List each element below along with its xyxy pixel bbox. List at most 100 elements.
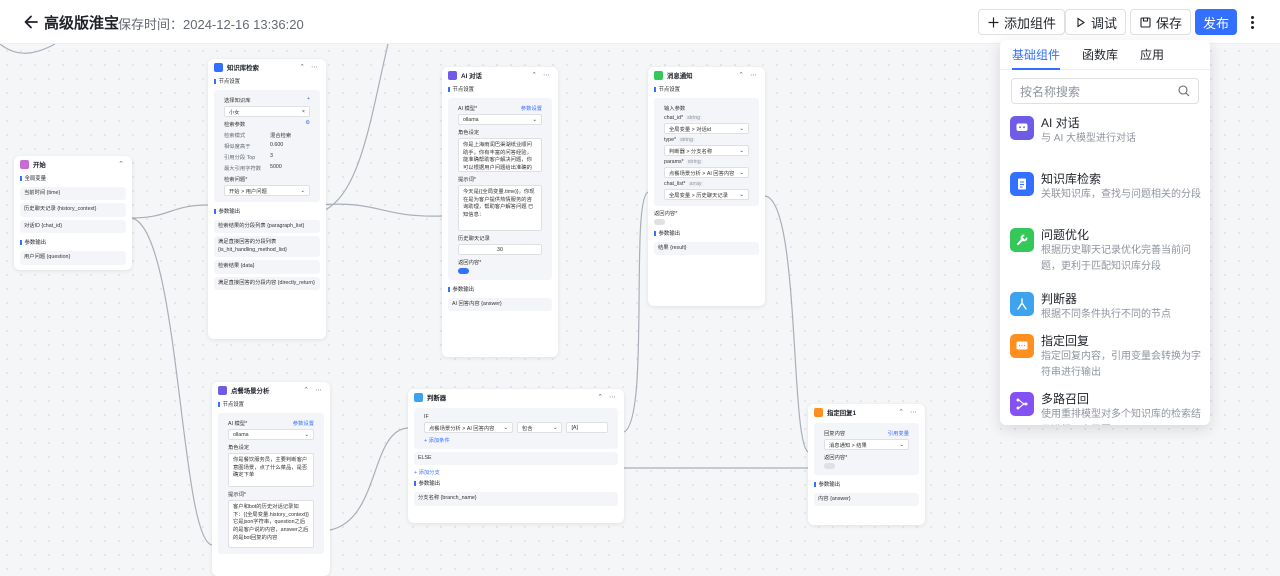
add-kb-icon[interactable]: + [307,96,310,104]
back-arrow-icon[interactable] [22,13,40,31]
tab-function-library[interactable]: 函数库 [1082,40,1118,70]
tab-basic-components[interactable]: 基础组件 [1012,40,1061,70]
kb-params-label: 检索参数 [224,122,246,128]
ai-role-label: 角色设定 [458,130,480,136]
order-role-textarea[interactable]: 你是餐饮服务员，主要判断客户意图场景，点了什么菜品，是否确定下单 [228,453,314,487]
reply-ref-var-link[interactable]: 引用变量 [888,429,909,437]
node-menu-icon[interactable]: ⌃ ⋯ [597,393,618,401]
judge-add-condition[interactable]: + 添加条件 [424,436,450,444]
notice-param-select[interactable]: 判断器 > 分支名称 ⌄ [664,145,749,156]
judge-out-section: 参数输出 [408,477,624,489]
component-item-ai-chat[interactable]: AI 对话 与 AI 大模型进行对话 [1000,112,1210,168]
ai-history-stepper[interactable]: 30 [458,244,542,255]
param-type-tag: array [687,181,704,187]
ai-output: AI 回答内容 {answer} [448,298,552,312]
node-order-header[interactable]: 点餐场景分析 ⌃ ⋯ [212,382,330,398]
component-desc: 使用重排模型对多个知识库的检索结果进行二次召回 [1041,409,1201,425]
node-kb[interactable]: 知识库检索 ⌃ ⋯ 节点设置 选择知识库 + 小女 × 检索参数 ⚙ 检索模式 混合检索… [208,59,326,339]
judge-add-branch[interactable]: + 添加分支 [414,468,440,476]
ai-prompt-textarea[interactable]: 今天是{{全局变量.time}}。你现在是为客户提供热情服务的咨询助理，帮助客户… [458,185,542,231]
node-reply-header[interactable]: 指定回复1 ⌃ ⋯ [808,404,925,420]
judge-cond-op[interactable]: 包含 ⌄ [516,422,563,433]
node-judge-title: 判断器 [427,394,447,402]
node-notice[interactable]: 消息通知 ⌃ ⋯ 节点设置 输入参数 chat_id* string 全局变量 >… [648,67,765,306]
chevron-down-icon: ⌄ [899,441,904,448]
component-item-reply[interactable]: 指定回复 指定回复内容，引用变量会转换为字符串进行输出 [1000,330,1210,388]
component-item-multi-recall[interactable]: 多路召回 使用重排模型对多个知识库的检索结果进行二次召回 [1000,388,1210,425]
node-ai-header[interactable]: AI 对话 ⌃ ⋯ [442,67,558,83]
component-item-kb[interactable]: 知识库检索 关联知识库，查找与问题相关的分段 [1000,168,1210,224]
notice-inputs: 输入参数 chat_id* string 全局变量 > 对话id ⌄ type* st… [654,98,759,206]
more-menu-icon[interactable] [1247,12,1257,32]
reply-icon [814,407,823,417]
kb-param-row: 最大引用字符数 5000 [224,164,282,172]
kb-output: 检索结果的分段列表 {paragraph_list} [214,220,320,234]
reply-content-select[interactable]: 消息通知 > 结果 ⌄ [824,439,909,450]
judge-cond-value[interactable]: [A] [566,422,608,433]
panel-tabs: 基础组件 函数库 应用 [1000,40,1210,70]
judge-else: ELSE [414,452,618,466]
node-start[interactable]: 开始 ⌃ 全局变量 当前时间 {time} 历史聊天记录 {history_co… [14,156,132,270]
ai-return-toggle[interactable] [458,268,469,274]
save-button[interactable]: 保存 [1130,9,1192,35]
notice-return-toggle[interactable] [654,219,665,225]
node-judge[interactable]: 判断器 ⌃ ⋯ IF 点餐场景分析 > AI 回答内容 ⌄ 包含 ⌄ [A] + 添… [408,389,624,523]
play-icon [1077,16,1085,28]
component-item-judge[interactable]: 判断器 根据不同条件执行不同的节点 [1000,288,1210,330]
order-prompt-textarea[interactable]: 客户和bot的历史对话记录如下：{{全局变量.history_context}}… [228,500,314,548]
component-name: 问题优化 [1041,228,1090,242]
notice-param-select[interactable]: 点餐场景分析 > AI 回答内容 ⌄ [664,167,749,178]
component-name: 多路召回 [1041,392,1090,406]
node-menu-icon[interactable]: ⌃ ⋯ [299,63,320,71]
node-menu-icon[interactable]: ⌃ ⋯ [898,408,919,416]
node-notice-title: 消息通知 [667,72,693,80]
reply-return-toggle[interactable] [824,463,835,469]
order-settings: AI 模型* 参数设置 ollama ⌄ 角色设定 你是餐饮服务员，主要判断客户意图… [218,413,324,554]
node-menu-icon[interactable]: ⌃ ⋯ [531,71,552,79]
search-placeholder: 按名称搜索 [1020,84,1081,99]
component-search-input[interactable]: 按名称搜索 [1011,78,1199,104]
notice-param-select[interactable]: 全局变量 > 对话id ⌄ [664,123,749,134]
kb-params-settings-icon[interactable]: ⚙ [305,120,310,128]
global-field-chat-id: 对话ID {chat_id} [20,219,126,234]
ai-role-textarea[interactable]: 你是上海雨润巴渠湖纸业顺问助手，你有丰富的问答经验，能准确帮助客户解决问题，你可… [458,138,542,172]
ai-param-settings-link[interactable]: 参数设置 [521,104,542,112]
order-role-label: 角色设定 [228,445,250,451]
node-ai-dialog[interactable]: AI 对话 ⌃ ⋯ 节点设置 AI 模型* 参数设置 ollama ⌄ 角色设定 你… [442,67,558,357]
collapse-icon[interactable]: ⌃ [118,160,126,168]
notice-output: 结果 {result} [654,242,759,256]
node-start-header[interactable]: 开始 ⌃ [14,156,132,172]
node-menu-icon[interactable]: ⌃ ⋯ [303,386,324,394]
judge-if-label: IF [424,414,429,420]
add-component-button[interactable]: 添加组件 [978,9,1066,35]
notice-param-select[interactable]: 全局变量 > 历史聊天记录 ⌄ [664,189,749,200]
ai-history-label: 历史聊天记录 [458,236,490,242]
param-type-tag: string [685,159,703,165]
kb-question-select[interactable]: 开始 > 用户问题 ⌄ [224,185,310,196]
order-param-settings-link[interactable]: 参数设置 [293,419,314,427]
param-name: type* [664,137,677,143]
remove-kb-icon[interactable]: × [302,109,305,115]
judge-cond-var[interactable]: 点餐场景分析 > AI 回答内容 ⌄ [424,422,513,433]
publish-button[interactable]: 发布 [1195,9,1237,35]
edge-judge-notice [623,191,649,433]
component-desc: 根据不同条件执行不同的节点 [1041,309,1171,320]
order-model-select[interactable]: ollama ⌄ [228,429,314,440]
node-judge-header[interactable]: 判断器 ⌃ ⋯ [408,389,624,405]
reply-out-section: 参数输出 [808,478,925,490]
node-order-analysis[interactable]: 点餐场景分析 ⌃ ⋯ 节点设置 AI 模型* 参数设置 ollama ⌄ 角色设定 … [212,382,330,576]
node-menu-icon[interactable]: ⌃ ⋯ [738,71,759,79]
debug-button[interactable]: 调试 [1065,9,1127,35]
node-reply[interactable]: 指定回复1 ⌃ ⋯ 回复内容 引用变量 消息通知 > 结果 ⌄ 返回内容* 参数输出… [808,404,925,525]
component-item-question-optimize[interactable]: 问题优化 根据历史聊天记录优化完善当前问题，更利于匹配知识库分段 [1000,224,1210,288]
kb-settings: 选择知识库 + 小女 × 检索参数 ⚙ 检索模式 混合检索 相似度高于 0.600 引用分… [214,90,320,202]
node-notice-header[interactable]: 消息通知 ⌃ ⋯ [648,67,765,83]
kb-item[interactable]: 小女 × [224,106,310,117]
ai-section: 节点设置 [442,83,558,95]
chevron-down-icon: ⌄ [739,169,744,176]
global-field-history: 历史聊天记录 {history_context} [20,203,126,217]
order-prompt-label: 提示词* [228,492,246,498]
ai-model-select[interactable]: ollama ⌄ [458,114,542,125]
tab-applications[interactable]: 应用 [1140,40,1164,70]
node-kb-header[interactable]: 知识库检索 ⌃ ⋯ [208,59,326,75]
